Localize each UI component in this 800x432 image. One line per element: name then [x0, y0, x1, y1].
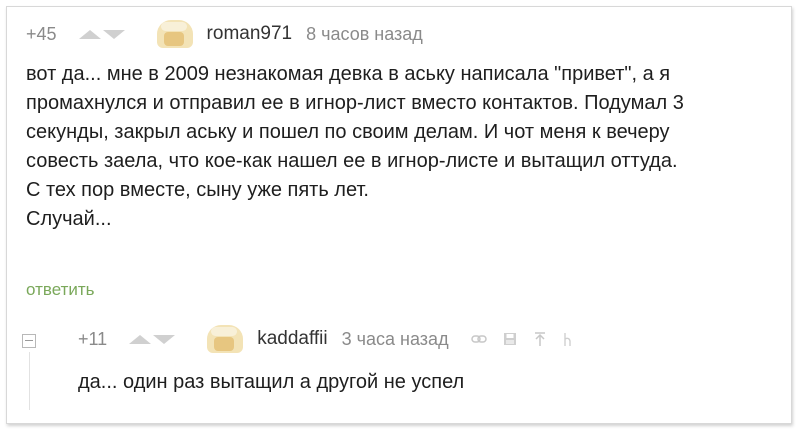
comment-text-line: Случай... — [26, 208, 112, 230]
comment-header: +11 kaddaffii 3 часа назад — [78, 325, 573, 353]
comment-text-line: совесть заела, что кое-как нашел ее в иг… — [26, 150, 678, 172]
comment-body: вот да... мне в 2009 незнакомая девка в … — [26, 60, 684, 234]
comment-text-line: вот да... мне в 2009 незнакомая девка в … — [26, 63, 671, 85]
comment-text-line: промахнулся и отправил ее в игнор-лист в… — [26, 92, 684, 114]
arrow-down-icon[interactable] — [102, 29, 125, 39]
link-icon[interactable] — [470, 334, 487, 344]
author-name[interactable]: roman971 — [207, 23, 293, 45]
comment-text-line: С тех пор вместе, сыну уже пять лет. — [26, 179, 369, 201]
avatar[interactable] — [207, 325, 244, 353]
comment-rating: +45 — [26, 23, 57, 44]
comment-text: да... один раз вытащил а другой не успел — [78, 371, 465, 393]
cursor-icon — [563, 333, 571, 346]
arrow-down-icon[interactable] — [153, 334, 176, 344]
thread-line — [29, 352, 30, 410]
reply-link[interactable]: ответить — [26, 280, 95, 300]
arrow-up-icon[interactable] — [129, 334, 152, 344]
comment-body: да... один раз вытащил а другой не успел — [78, 368, 464, 397]
save-icon[interactable] — [503, 332, 517, 346]
arrow-up-icon[interactable] — [78, 29, 101, 39]
comment-header: +45 roman971 8 часов назад — [26, 20, 423, 48]
arrow-up-bar-icon[interactable] — [533, 331, 547, 347]
collapse-icon[interactable] — [22, 334, 36, 348]
comment-tools — [470, 331, 573, 347]
comment-time[interactable]: 8 часов назад — [306, 24, 423, 45]
comment-rating: +11 — [78, 328, 108, 349]
avatar[interactable] — [156, 20, 193, 48]
comment-time[interactable]: 3 часа назад — [342, 329, 449, 350]
author-name[interactable]: kaddaffii — [257, 328, 327, 350]
comment-text-line: секунды, закрыл аську и пошел по своим д… — [26, 121, 670, 143]
